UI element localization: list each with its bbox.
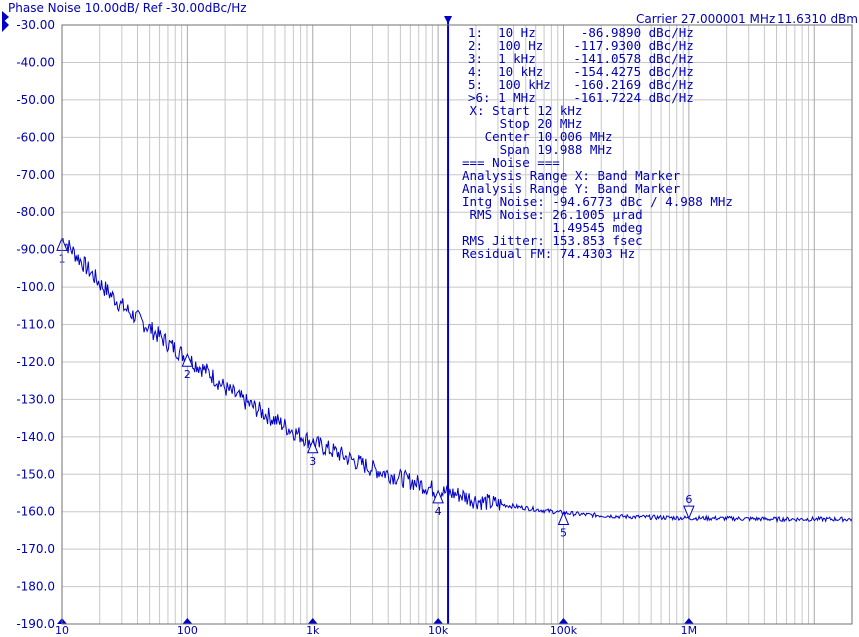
y-tick-label: -40.00	[16, 55, 55, 69]
ref-level-arrow	[2, 11, 9, 23]
y-tick-mark	[57, 21, 62, 29]
x-tick-label: 1k	[306, 624, 320, 637]
x-tick-label: 10	[55, 624, 69, 637]
y-tick-label: -170.0	[16, 542, 55, 556]
y-tick-mark	[57, 508, 62, 516]
y-tick-mark	[57, 208, 62, 216]
y-tick-label: -100.0	[16, 280, 55, 294]
phase-noise-trace	[61, 237, 853, 524]
y-tick-label: -70.00	[16, 168, 55, 182]
marker-triangle	[557, 511, 570, 525]
y-tick-mark	[57, 58, 62, 66]
y-tick-mark	[57, 96, 62, 104]
x-tick-label: 100	[177, 624, 198, 637]
y-tick-mark	[57, 395, 62, 403]
marker-axis-arrow	[307, 618, 318, 624]
marker-axis-arrow	[433, 618, 444, 624]
marker-axis-arrow	[683, 618, 694, 624]
marker-label: 3	[309, 455, 316, 468]
readout-line: Residual FM: 74.4303 Hz	[462, 246, 635, 261]
marker-label: 4	[435, 505, 442, 518]
y-tick-label: -110.0	[16, 318, 55, 332]
y-tick-mark	[57, 283, 62, 291]
y-tick-label: -50.00	[16, 93, 55, 107]
y-tick-label: -60.00	[16, 130, 55, 144]
y-tick-label: -30.00	[16, 18, 55, 32]
marker-axis-arrow	[558, 618, 569, 624]
y-tick-label: -140.0	[16, 430, 55, 444]
marker-axis-arrow	[182, 618, 193, 624]
band-marker-arrow	[444, 16, 453, 24]
y-tick-label: -130.0	[16, 392, 55, 406]
phase-noise-plot: Phase Noise 10.00dB/ Ref -30.00dBc/Hz Ca…	[0, 0, 859, 637]
x-tick-label: 100k	[550, 624, 578, 637]
chart-svg: -30.00 -40.00 -50.00 -60.00 -70.00 -80.00 -90.…	[2, 11, 853, 637]
y-tick-mark	[57, 583, 62, 591]
y-tick-label: -190.0	[16, 617, 55, 631]
y-tick-mark	[57, 321, 62, 329]
marker-label: 5	[560, 526, 567, 539]
y-tick-label: -160.0	[16, 505, 55, 519]
y-tick-label: -180.0	[16, 580, 55, 594]
marker-6-label: 6	[685, 493, 692, 506]
y-tick-mark	[57, 470, 62, 478]
marker-label: 2	[184, 368, 191, 381]
y-tick-mark	[57, 171, 62, 179]
y-tick-label: -120.0	[16, 355, 55, 369]
y-tick-mark	[57, 358, 62, 366]
y-tick-mark	[57, 545, 62, 553]
y-tick-label: -90.00	[16, 243, 55, 257]
y-tick-label: -150.0	[16, 467, 55, 481]
y-tick-mark	[57, 133, 62, 141]
x-tick-label: 10k	[428, 624, 449, 637]
y-tick-mark	[57, 433, 62, 441]
y-tick-label: -80.00	[16, 205, 55, 219]
x-tick-label: 1M	[681, 624, 698, 637]
